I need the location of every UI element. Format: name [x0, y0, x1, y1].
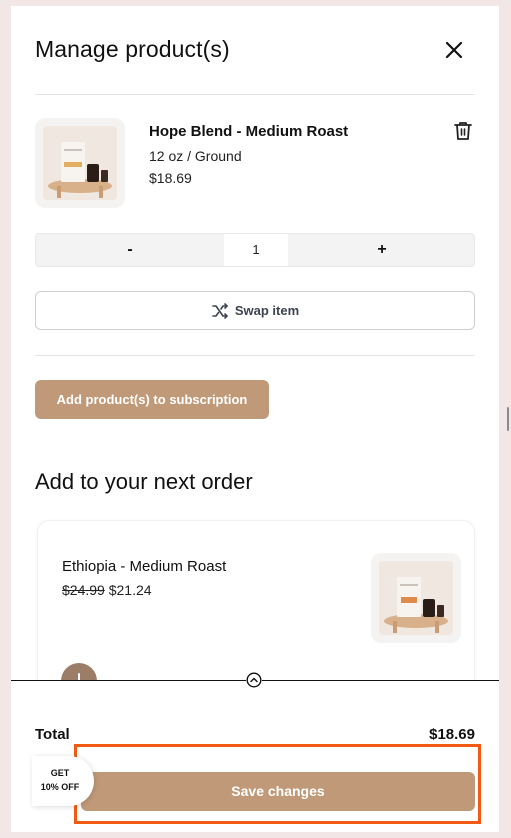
close-icon [445, 41, 463, 59]
quantity-input[interactable]: 1 [224, 234, 288, 266]
total-label: Total [35, 726, 70, 743]
page-backdrop: Manage product(s) Hope Blend - Medium Ro… [0, 0, 511, 838]
decrement-button[interactable]: - [36, 234, 224, 266]
scrollbar-handle[interactable] [507, 407, 509, 431]
discount-line-1: GET [50, 768, 70, 778]
shuffle-icon [212, 302, 228, 319]
remove-product-button[interactable] [452, 120, 474, 142]
upsell-product-prices: $24.99 $21.24 [62, 582, 152, 598]
upsell-section-title: Add to your next order [35, 469, 253, 494]
add-products-button[interactable]: Add product(s) to subscription [35, 380, 269, 419]
product-name: Hope Blend - Medium Roast [149, 123, 349, 140]
upsell-product-image [371, 553, 461, 643]
section-divider [35, 355, 475, 356]
swap-item-label: Swap item [234, 303, 300, 318]
header-divider [35, 94, 475, 95]
quantity-stepper: - 1 + [35, 233, 475, 267]
increment-button[interactable]: + [288, 234, 474, 266]
product-variant: 12 oz / Ground [149, 148, 242, 164]
trash-icon [454, 122, 472, 140]
swap-item-button[interactable]: Swap item [35, 291, 475, 330]
drawer-title: Manage product(s) [35, 36, 230, 62]
discount-line-2: 10% OFF [40, 782, 80, 792]
expand-summary-button[interactable] [246, 672, 262, 688]
product-price: $18.69 [149, 170, 192, 186]
discount-badge[interactable]: GET 10% OFF [32, 756, 94, 806]
close-button[interactable] [441, 37, 467, 63]
product-image [35, 118, 125, 208]
manage-products-drawer: Manage product(s) Hope Blend - Medium Ro… [11, 6, 499, 832]
sale-price: $21.24 [108, 582, 152, 598]
save-button-highlight [74, 744, 481, 824]
chevron-up-icon [246, 672, 262, 688]
original-price: $24.99 [62, 582, 105, 598]
upsell-product-name: Ethiopia - Medium Roast [62, 558, 227, 575]
total-value: $18.69 [429, 726, 475, 743]
